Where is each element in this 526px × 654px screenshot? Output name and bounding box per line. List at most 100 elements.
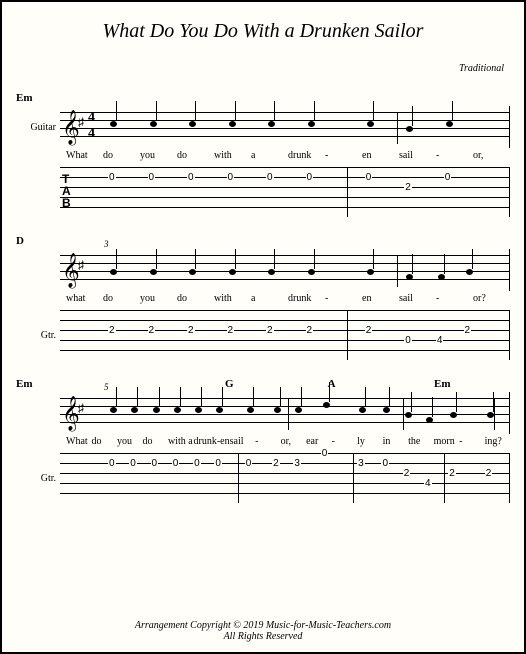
barline	[397, 255, 398, 287]
key-signature: ♯	[78, 258, 84, 273]
notation-row: 3𝄞♯	[16, 249, 510, 291]
note-head	[150, 269, 157, 275]
lyric-syllable: you	[140, 150, 177, 161]
tab-fret-number: 2	[448, 468, 456, 479]
note-head	[189, 121, 196, 127]
lyric-syllable: en	[362, 150, 399, 161]
tab-fret-number: 2	[365, 325, 373, 336]
tab-fret-number: 0	[266, 172, 274, 183]
barline	[397, 112, 398, 144]
lyric-syllable: drunk-en	[194, 436, 230, 447]
lyric-syllable: -	[255, 436, 281, 447]
lyric-syllable: sail	[399, 293, 436, 304]
tab-fret-number: 2	[306, 325, 314, 336]
tab-staff: TAB000000020	[60, 167, 510, 217]
composer-label: Traditional	[16, 63, 504, 74]
music-system: EmGuitar𝄞♯44Whatdoyoudowithadrunk-ensail…	[16, 92, 510, 217]
note-head	[216, 407, 223, 413]
lyric-syllable: morn	[434, 436, 460, 447]
tab-fret-number: 0	[214, 458, 222, 469]
note-head	[153, 407, 160, 413]
rights-line: All Rights Reserved	[2, 631, 524, 642]
lyric-syllable: or?	[473, 293, 510, 304]
lyric-syllable: what	[66, 293, 103, 304]
lyric-syllable: the	[408, 436, 434, 447]
note-head	[487, 412, 494, 418]
tab-clef-label: TAB	[62, 173, 71, 209]
tab-row: TAB000000020	[16, 167, 510, 217]
chord-symbol: Em	[434, 378, 451, 390]
lyric-syllable: a	[251, 150, 288, 161]
note-head	[308, 269, 315, 275]
note-head	[446, 121, 453, 127]
barline	[403, 398, 404, 430]
note-head	[466, 269, 473, 275]
lyric-syllable: What	[66, 150, 103, 161]
lyric-syllable: -	[325, 150, 362, 161]
instrument-label: Guitar	[16, 122, 60, 133]
chord-symbol: D	[16, 235, 24, 247]
tab-staff: 2222222042	[60, 310, 510, 360]
tab-fret-number: 0	[148, 172, 156, 183]
barline	[353, 453, 354, 503]
tab-fret-number: 0	[381, 458, 389, 469]
notation-row: Guitar𝄞♯44	[16, 106, 510, 148]
note-head	[405, 412, 412, 418]
lyric-syllable: or,	[281, 436, 307, 447]
tab-fret-number: 2	[404, 182, 412, 193]
tab-fret-number: 2	[485, 468, 493, 479]
systems-container: EmGuitar𝄞♯44Whatdoyoudowithadrunk-ensail…	[16, 92, 510, 503]
lyric-syllable: in	[383, 436, 409, 447]
tab-fret-number: 0	[321, 448, 329, 459]
lyric-syllable: do	[103, 293, 140, 304]
barline	[288, 398, 289, 430]
note-head	[323, 402, 330, 408]
tab-fret-number: 0	[306, 172, 314, 183]
copyright-line: Arrangement Copyright © 2019 Music-for-M…	[2, 620, 524, 631]
barline	[494, 398, 495, 430]
lyric-row: Whatdoyoudowith adrunk-ensail-or,ear-lyi…	[16, 436, 510, 447]
tab-fret-number: 0	[129, 458, 137, 469]
tab-row: Gtr.2222222042	[16, 310, 510, 360]
sheet-music-page: What Do You Do With a Drunken Sailor Tra…	[0, 0, 526, 654]
note-head	[426, 417, 433, 423]
note-head	[274, 407, 281, 413]
barline	[444, 453, 445, 503]
tab-fret-number: 0	[365, 172, 373, 183]
lyric-syllable: sail	[399, 150, 436, 161]
tab-fret-number: 2	[148, 325, 156, 336]
note-head	[359, 407, 366, 413]
tab-fret-number: 0	[151, 458, 159, 469]
measure-number: 5	[104, 382, 109, 392]
tab-instrument-label: Gtr.	[16, 473, 60, 484]
tab-fret-number: 0	[227, 172, 235, 183]
tab-fret-number: 2	[272, 458, 280, 469]
lyric-syllable: -	[325, 293, 362, 304]
tab-fret-number: 2	[108, 325, 116, 336]
lyric-syllable: sail	[230, 436, 256, 447]
note-head	[438, 274, 445, 280]
lyric-syllable: with	[214, 150, 251, 161]
tab-fret-number: 2	[403, 468, 411, 479]
tab-fret-number: 4	[436, 335, 444, 346]
tab-fret-number: 0	[108, 172, 116, 183]
lyric-syllable: do	[103, 150, 140, 161]
note-head	[295, 407, 302, 413]
key-signature: ♯	[78, 401, 84, 416]
note-head	[110, 269, 117, 275]
lyric-syllable: do	[177, 150, 214, 161]
lyric-syllable: do	[177, 293, 214, 304]
note-head	[110, 121, 117, 127]
lyric-syllable: en	[362, 293, 399, 304]
lyric-syllable: a	[251, 293, 288, 304]
lyric-syllable: -	[459, 436, 485, 447]
lyric-syllable: -	[436, 150, 473, 161]
barline	[347, 310, 348, 360]
chord-symbol: G	[225, 378, 234, 390]
lyric-syllable: or,	[473, 150, 510, 161]
tab-staff: 0000000230302422	[60, 453, 510, 503]
note-head	[268, 121, 275, 127]
tab-row: Gtr.0000000230302422	[16, 453, 510, 503]
tab-fret-number: 0	[245, 458, 253, 469]
lyric-row: Whatdoyoudowithadrunk-ensail-or,	[16, 150, 510, 161]
